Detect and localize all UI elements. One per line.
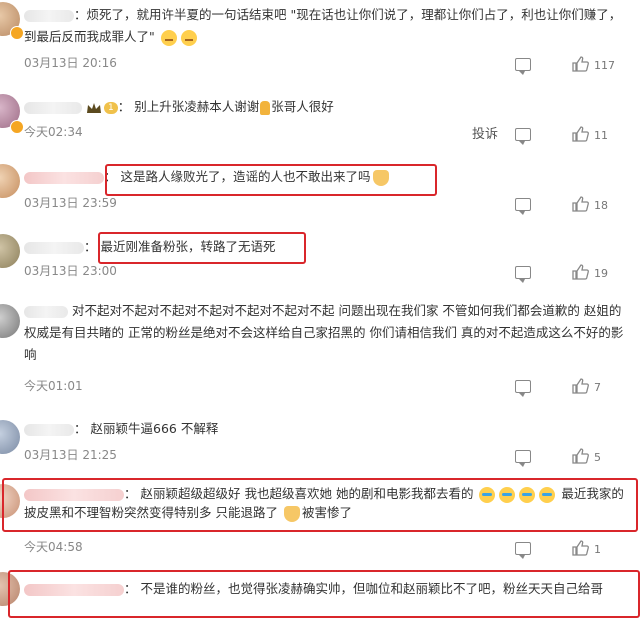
comment-time: 03月13日 21:25 <box>24 448 117 462</box>
like-count: 19 <box>594 267 608 280</box>
like-icon[interactable] <box>572 378 590 394</box>
reply-icon[interactable] <box>515 542 531 559</box>
like-count: 18 <box>594 199 608 212</box>
comment-text: ：烦死了，就用许半夏的一句话结束吧 "现在话也让你们说了，理都让你们占了，利也让… <box>24 7 622 46</box>
comment-body: 别上升张凌赫本人谢谢 <box>134 99 260 114</box>
comment-body: 烦死了，就用许半夏的一句话结束吧 "现在话也让你们说了，理都让你们占了，利也让你… <box>24 7 622 44</box>
crown-icon <box>86 102 101 113</box>
username-blurred[interactable] <box>24 488 124 501</box>
crying-emoji-icon <box>479 486 496 503</box>
fan-level-badge: 1 <box>103 101 118 114</box>
like-count: 117 <box>594 59 615 72</box>
verified-badge <box>10 26 24 40</box>
comment-body-2: 张哥人很好 <box>271 99 334 114</box>
comment-1: ：烦死了，就用许半夏的一句话结束吧 "现在话也让你们说了，理都让你们占了，利也让… <box>0 0 640 80</box>
username-blurred[interactable] <box>24 9 74 22</box>
comment-5: 对不起对不起对不起对不起对不起对不起对不起 问题出现在我们家 不管如何我们都会道… <box>0 298 640 398</box>
comment-actions: 19 <box>490 264 640 284</box>
comment-4: ： 最近刚准备粉张，转路了无语死 03月13日 23:00 19 <box>0 232 640 284</box>
comment-time: 今天04:58 <box>24 540 83 554</box>
reply-icon[interactable] <box>515 266 531 283</box>
reply-icon[interactable] <box>515 380 531 397</box>
comment-body-3: 被害惨了 <box>301 505 352 520</box>
comment-time: 03月13日 20:16 <box>24 56 117 70</box>
emoji-icon <box>180 29 197 46</box>
username-blurred[interactable] <box>24 171 104 184</box>
username-blurred[interactable] <box>24 241 84 254</box>
like-icon[interactable] <box>572 264 590 280</box>
comment-time: 03月13日 23:00 <box>24 264 117 278</box>
comment-actions: 11 <box>490 126 640 146</box>
comment-text: ： 赵丽颖超级超级好 我也超级喜欢她 她的剧和电影我都去看的 最近我家的披皮黑和… <box>24 486 624 522</box>
like-count: 5 <box>594 451 601 464</box>
reply-icon[interactable] <box>515 450 531 467</box>
comment-time: 今天01:01 <box>24 379 83 393</box>
reply-icon[interactable] <box>515 128 531 145</box>
comment-body: 赵丽颖牛逼666 不解释 <box>90 421 219 436</box>
highlight-box <box>105 164 437 196</box>
like-count: 11 <box>594 129 608 142</box>
like-icon[interactable] <box>572 196 590 212</box>
comment-body: 不是谁的粉丝，也觉得张凌赫确实帅，但咖位和赵丽颖比不了吧，粉丝天天自己给哥 <box>140 581 604 596</box>
comment-text: 对不起对不起对不起对不起对不起对不起对不起 问题出现在我们家 不管如何我们都会道… <box>24 300 628 366</box>
reply-icon[interactable] <box>515 58 531 75</box>
comment-actions: 5 <box>490 448 640 468</box>
comment-body: 赵丽颖超级超级好 我也超级喜欢她 她的剧和电影我都去看的 <box>140 486 474 501</box>
emoji-icon <box>160 29 177 46</box>
comment-actions: 1 <box>490 540 640 560</box>
like-icon[interactable] <box>572 448 590 464</box>
comment-2: 1： 别上升张凌赫本人谢谢 张哥人很好 今天02:34 投诉 11 <box>0 90 640 150</box>
like-icon[interactable] <box>572 56 590 72</box>
comment-text: ： 赵丽颖牛逼666 不解释 <box>24 418 624 440</box>
username-blurred[interactable] <box>24 101 82 114</box>
verified-badge <box>10 120 24 134</box>
comment-3: ： 这是路人缘败光了，造谣的人也不敢出来了吗 03月13日 23:59 18 <box>0 162 640 222</box>
like-icon[interactable] <box>572 126 590 142</box>
highlight-box <box>98 232 306 264</box>
username-blurred[interactable] <box>24 305 68 318</box>
like-icon[interactable] <box>572 540 590 556</box>
comment-time: 今天02:34 <box>24 125 83 139</box>
avatar[interactable] <box>0 234 20 268</box>
comment-actions: 117 <box>490 56 640 76</box>
crying-emoji-icon <box>539 486 556 503</box>
comment-body: 对不起对不起对不起对不起对不起对不起对不起 问题出现在我们家 不管如何我们都会道… <box>24 303 624 362</box>
comment-time: 03月13日 23:59 <box>24 196 117 210</box>
avatar[interactable] <box>0 304 20 338</box>
crying-emoji-icon <box>499 486 516 503</box>
comment-8: ： 不是谁的粉丝，也觉得张凌赫确实帅，但咖位和赵丽颖比不了吧，粉丝天天自己给哥 <box>0 566 640 618</box>
username-blurred[interactable] <box>24 583 124 596</box>
comment-actions: 18 <box>490 196 640 216</box>
crying-emoji-icon <box>519 486 536 503</box>
username-blurred[interactable] <box>24 423 74 436</box>
reply-icon[interactable] <box>515 198 531 215</box>
avatar[interactable] <box>0 164 20 198</box>
like-count: 7 <box>594 381 601 394</box>
comment-text: 1： 别上升张凌赫本人谢谢 张哥人很好 <box>24 96 624 118</box>
cat-emoji-icon <box>283 505 300 522</box>
comment-text: ： 不是谁的粉丝，也觉得张凌赫确实帅，但咖位和赵丽颖比不了吧，粉丝天天自己给哥 <box>24 578 640 600</box>
like-count: 1 <box>594 543 601 556</box>
avatar[interactable] <box>0 420 20 454</box>
praying-hands-icon <box>260 100 271 115</box>
comment-actions: 7 <box>490 378 640 398</box>
comment-7: ： 赵丽颖超级超级好 我也超级喜欢她 她的剧和电影我都去看的 最近我家的披皮黑和… <box>0 478 640 560</box>
comment-6: ： 赵丽颖牛逼666 不解释 03月13日 21:25 5 <box>0 418 640 468</box>
